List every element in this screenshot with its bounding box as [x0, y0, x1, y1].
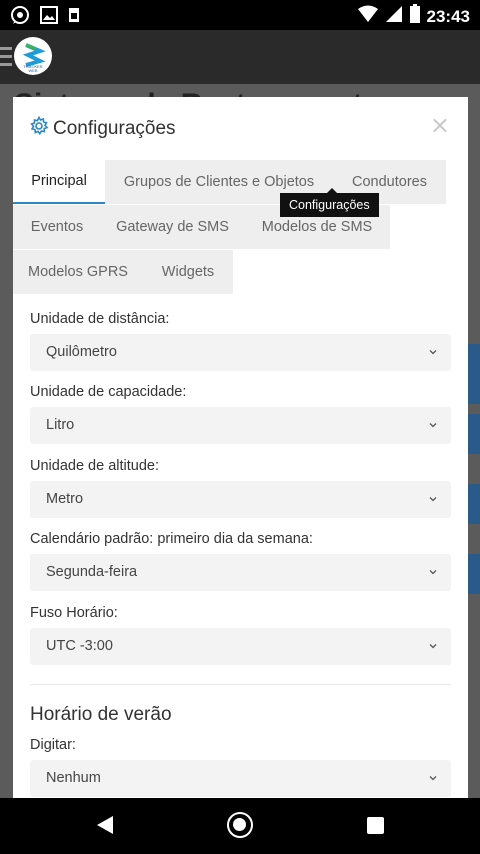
- select-value: Segunda-feira: [46, 564, 138, 580]
- tab-modelos-gprs[interactable]: Modelos GPRS: [13, 250, 143, 294]
- section-divider: [30, 684, 451, 685]
- app-bar: TRACKER WEB: [0, 30, 480, 84]
- logo-text-bottom: WEB: [28, 68, 37, 73]
- timezone-select[interactable]: UTC -3:00: [30, 628, 451, 665]
- tab-principal[interactable]: Principal: [13, 160, 105, 204]
- gear-icon: [29, 115, 49, 141]
- field-label-distance: Unidade de distância:: [30, 311, 170, 327]
- tab-eventos[interactable]: Eventos: [13, 205, 101, 249]
- modal-header: Configurações ×: [13, 97, 468, 159]
- settings-tabs: Principal Grupos de Clientes e Objetos C…: [13, 160, 468, 294]
- whatsapp-icon: [10, 5, 30, 30]
- first-day-select[interactable]: Segunda-feira: [30, 554, 451, 591]
- modal-title: Configurações: [53, 117, 176, 139]
- dst-section-title: Horário de verão: [30, 704, 172, 725]
- field-label-altitude: Unidade de altitude:: [30, 458, 159, 474]
- wifi-icon: [357, 5, 379, 28]
- select-value: Metro: [46, 491, 84, 507]
- backdrop-panel: [466, 554, 480, 594]
- field-label-capacity: Unidade de capacidade:: [30, 384, 187, 400]
- tooltip: Configurações: [280, 193, 379, 217]
- tracker-web-logo[interactable]: TRACKER WEB: [14, 37, 52, 75]
- chevron-down-icon: [429, 644, 437, 649]
- field-label-calendar: Calendário padrão: primeiro dia da seman…: [30, 531, 313, 547]
- select-value: Nenhum: [46, 770, 101, 786]
- distance-unit-select[interactable]: Quilômetro: [30, 334, 451, 371]
- menu-icon[interactable]: [0, 47, 12, 67]
- field-label-dst-type: Digitar:: [30, 737, 76, 753]
- capacity-unit-select[interactable]: Litro: [30, 407, 451, 444]
- select-value: Litro: [46, 417, 75, 433]
- field-label-timezone: Fuso Horário:: [30, 605, 118, 621]
- select-value: Quilômetro: [46, 344, 117, 360]
- backdrop-panel: [466, 484, 480, 524]
- home-icon[interactable]: [227, 812, 253, 838]
- chevron-down-icon: [429, 776, 437, 781]
- close-button[interactable]: ×: [430, 113, 450, 137]
- chevron-down-icon: [429, 497, 437, 502]
- altitude-unit-select[interactable]: Metro: [30, 481, 451, 518]
- android-nav-bar: [0, 798, 480, 854]
- settings-modal: Configurações × Principal Grupos de Clie…: [13, 97, 468, 798]
- battery-icon: [409, 4, 421, 29]
- image-icon: [40, 6, 58, 29]
- tab-gateway-sms[interactable]: Gateway de SMS: [101, 205, 244, 249]
- back-icon[interactable]: [96, 815, 114, 840]
- tab-widgets[interactable]: Widgets: [143, 250, 233, 294]
- signal-icon: [385, 5, 403, 28]
- chevron-down-icon: [429, 350, 437, 355]
- clock: 23:43: [426, 6, 470, 26]
- status-bar: 23:43: [0, 0, 480, 30]
- backdrop-panel: [466, 344, 480, 404]
- chevron-down-icon: [429, 423, 437, 428]
- backdrop-panel: [466, 414, 480, 454]
- select-value: UTC -3:00: [46, 638, 113, 654]
- recent-apps-icon[interactable]: [367, 817, 384, 834]
- sim-icon: [68, 7, 80, 28]
- dst-type-select[interactable]: Nenhum: [30, 760, 451, 797]
- chevron-down-icon: [429, 570, 437, 575]
